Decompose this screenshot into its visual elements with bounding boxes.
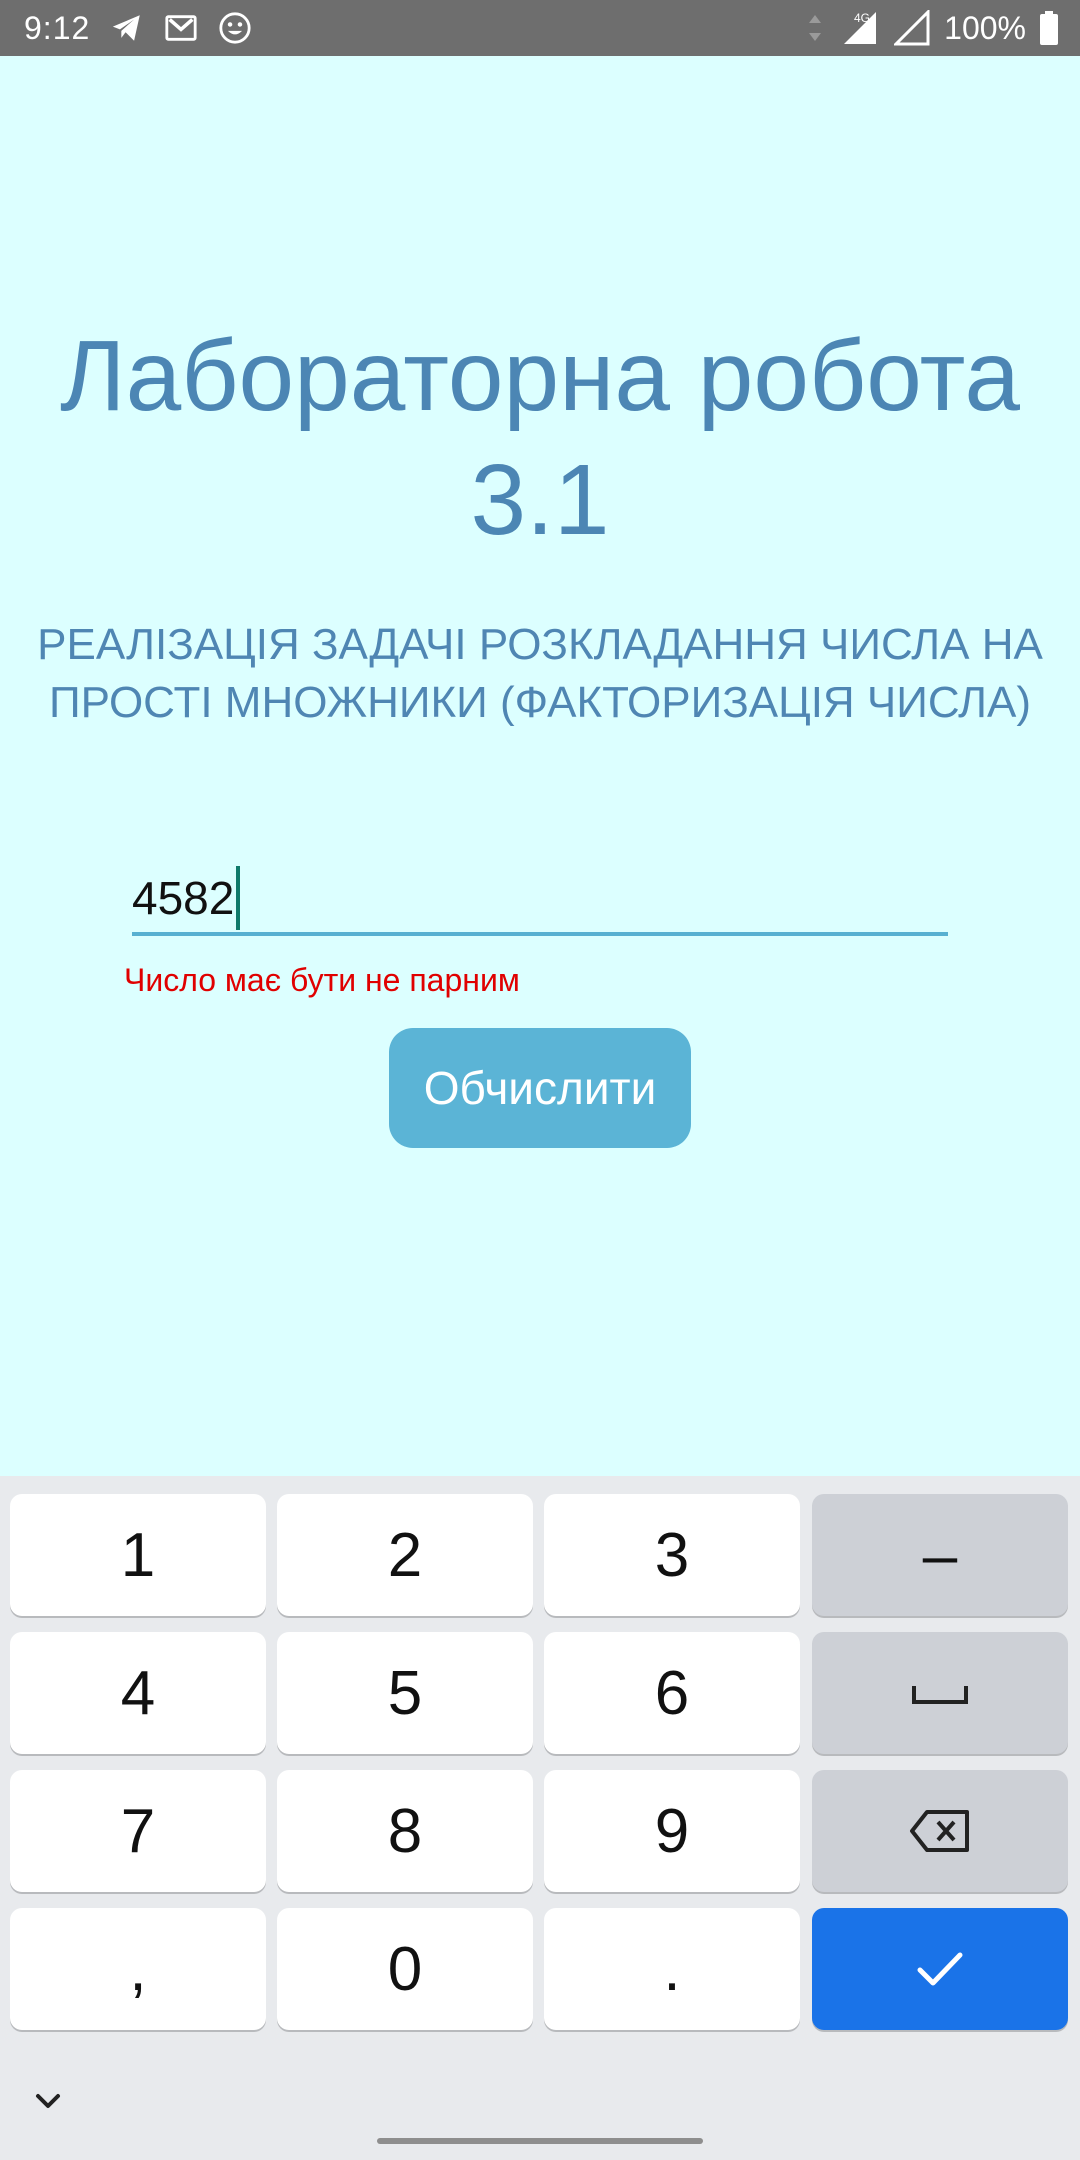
number-input-value: 4582 bbox=[132, 872, 235, 924]
navigation-handle[interactable] bbox=[377, 2138, 703, 2144]
status-bar: 9:12 4G 100% bbox=[0, 0, 1080, 56]
key-period[interactable]: . bbox=[544, 1908, 800, 2030]
key-7[interactable]: 7 bbox=[10, 1770, 266, 1892]
key-9[interactable]: 9 bbox=[544, 1770, 800, 1892]
key-8[interactable]: 8 bbox=[277, 1770, 533, 1892]
gmail-icon bbox=[165, 15, 197, 41]
backspace-icon bbox=[910, 1810, 969, 1852]
key-1[interactable]: 1 bbox=[10, 1494, 266, 1616]
page-subtitle: РЕАЛІЗАЦІЯ ЗАДАЧІ РОЗКЛАДАННЯ ЧИСЛА НА П… bbox=[37, 620, 1043, 727]
key-3[interactable]: 3 bbox=[544, 1494, 800, 1616]
emoji-icon bbox=[219, 12, 251, 44]
status-right: 4G 100% bbox=[804, 0, 1058, 56]
key-2[interactable]: 2 bbox=[277, 1494, 533, 1616]
signal-4g-icon: 4G bbox=[844, 11, 877, 44]
key-space[interactable] bbox=[812, 1632, 1068, 1754]
main-content: Лабораторна робота 3.1 РЕАЛІЗАЦІЯ ЗАДАЧІ… bbox=[0, 56, 1080, 1476]
battery-icon bbox=[1040, 11, 1058, 45]
key-0[interactable]: 0 bbox=[277, 1908, 533, 2030]
chevron-down-icon[interactable] bbox=[30, 2084, 66, 2120]
data-arrows-icon bbox=[809, 15, 822, 41]
signal-icon bbox=[894, 10, 930, 46]
key-backspace[interactable] bbox=[812, 1770, 1068, 1892]
space-icon bbox=[912, 1686, 968, 1704]
key-6[interactable]: 6 bbox=[544, 1632, 800, 1754]
key-4[interactable]: 4 bbox=[10, 1632, 266, 1754]
telegram-icon bbox=[113, 15, 141, 41]
input-underline bbox=[132, 932, 948, 936]
status-time: 9:12 bbox=[24, 9, 91, 46]
calculate-button[interactable]: Обчислити bbox=[389, 1028, 691, 1148]
status-left: 9:12 bbox=[24, 0, 252, 56]
battery-percent: 100% bbox=[944, 9, 1026, 46]
text-caret bbox=[236, 866, 241, 930]
key-5[interactable]: 5 bbox=[277, 1632, 533, 1754]
network-type: 4G bbox=[854, 11, 870, 25]
key-enter[interactable] bbox=[812, 1908, 1068, 2030]
page-title: Лабораторна робота 3.1 bbox=[60, 320, 1020, 556]
numeric-keyboard: 1 2 3 – 4 5 6 7 8 9 , 0 . bbox=[0, 1476, 1080, 2160]
number-input-field[interactable]: 4582 bbox=[132, 866, 241, 930]
key-minus[interactable]: – bbox=[812, 1494, 1068, 1616]
checkmark-icon bbox=[917, 1952, 963, 1986]
number-input[interactable]: 4582 bbox=[132, 846, 948, 936]
error-message: Число має бути не парним bbox=[124, 962, 520, 998]
key-comma[interactable]: , bbox=[10, 1908, 266, 2030]
